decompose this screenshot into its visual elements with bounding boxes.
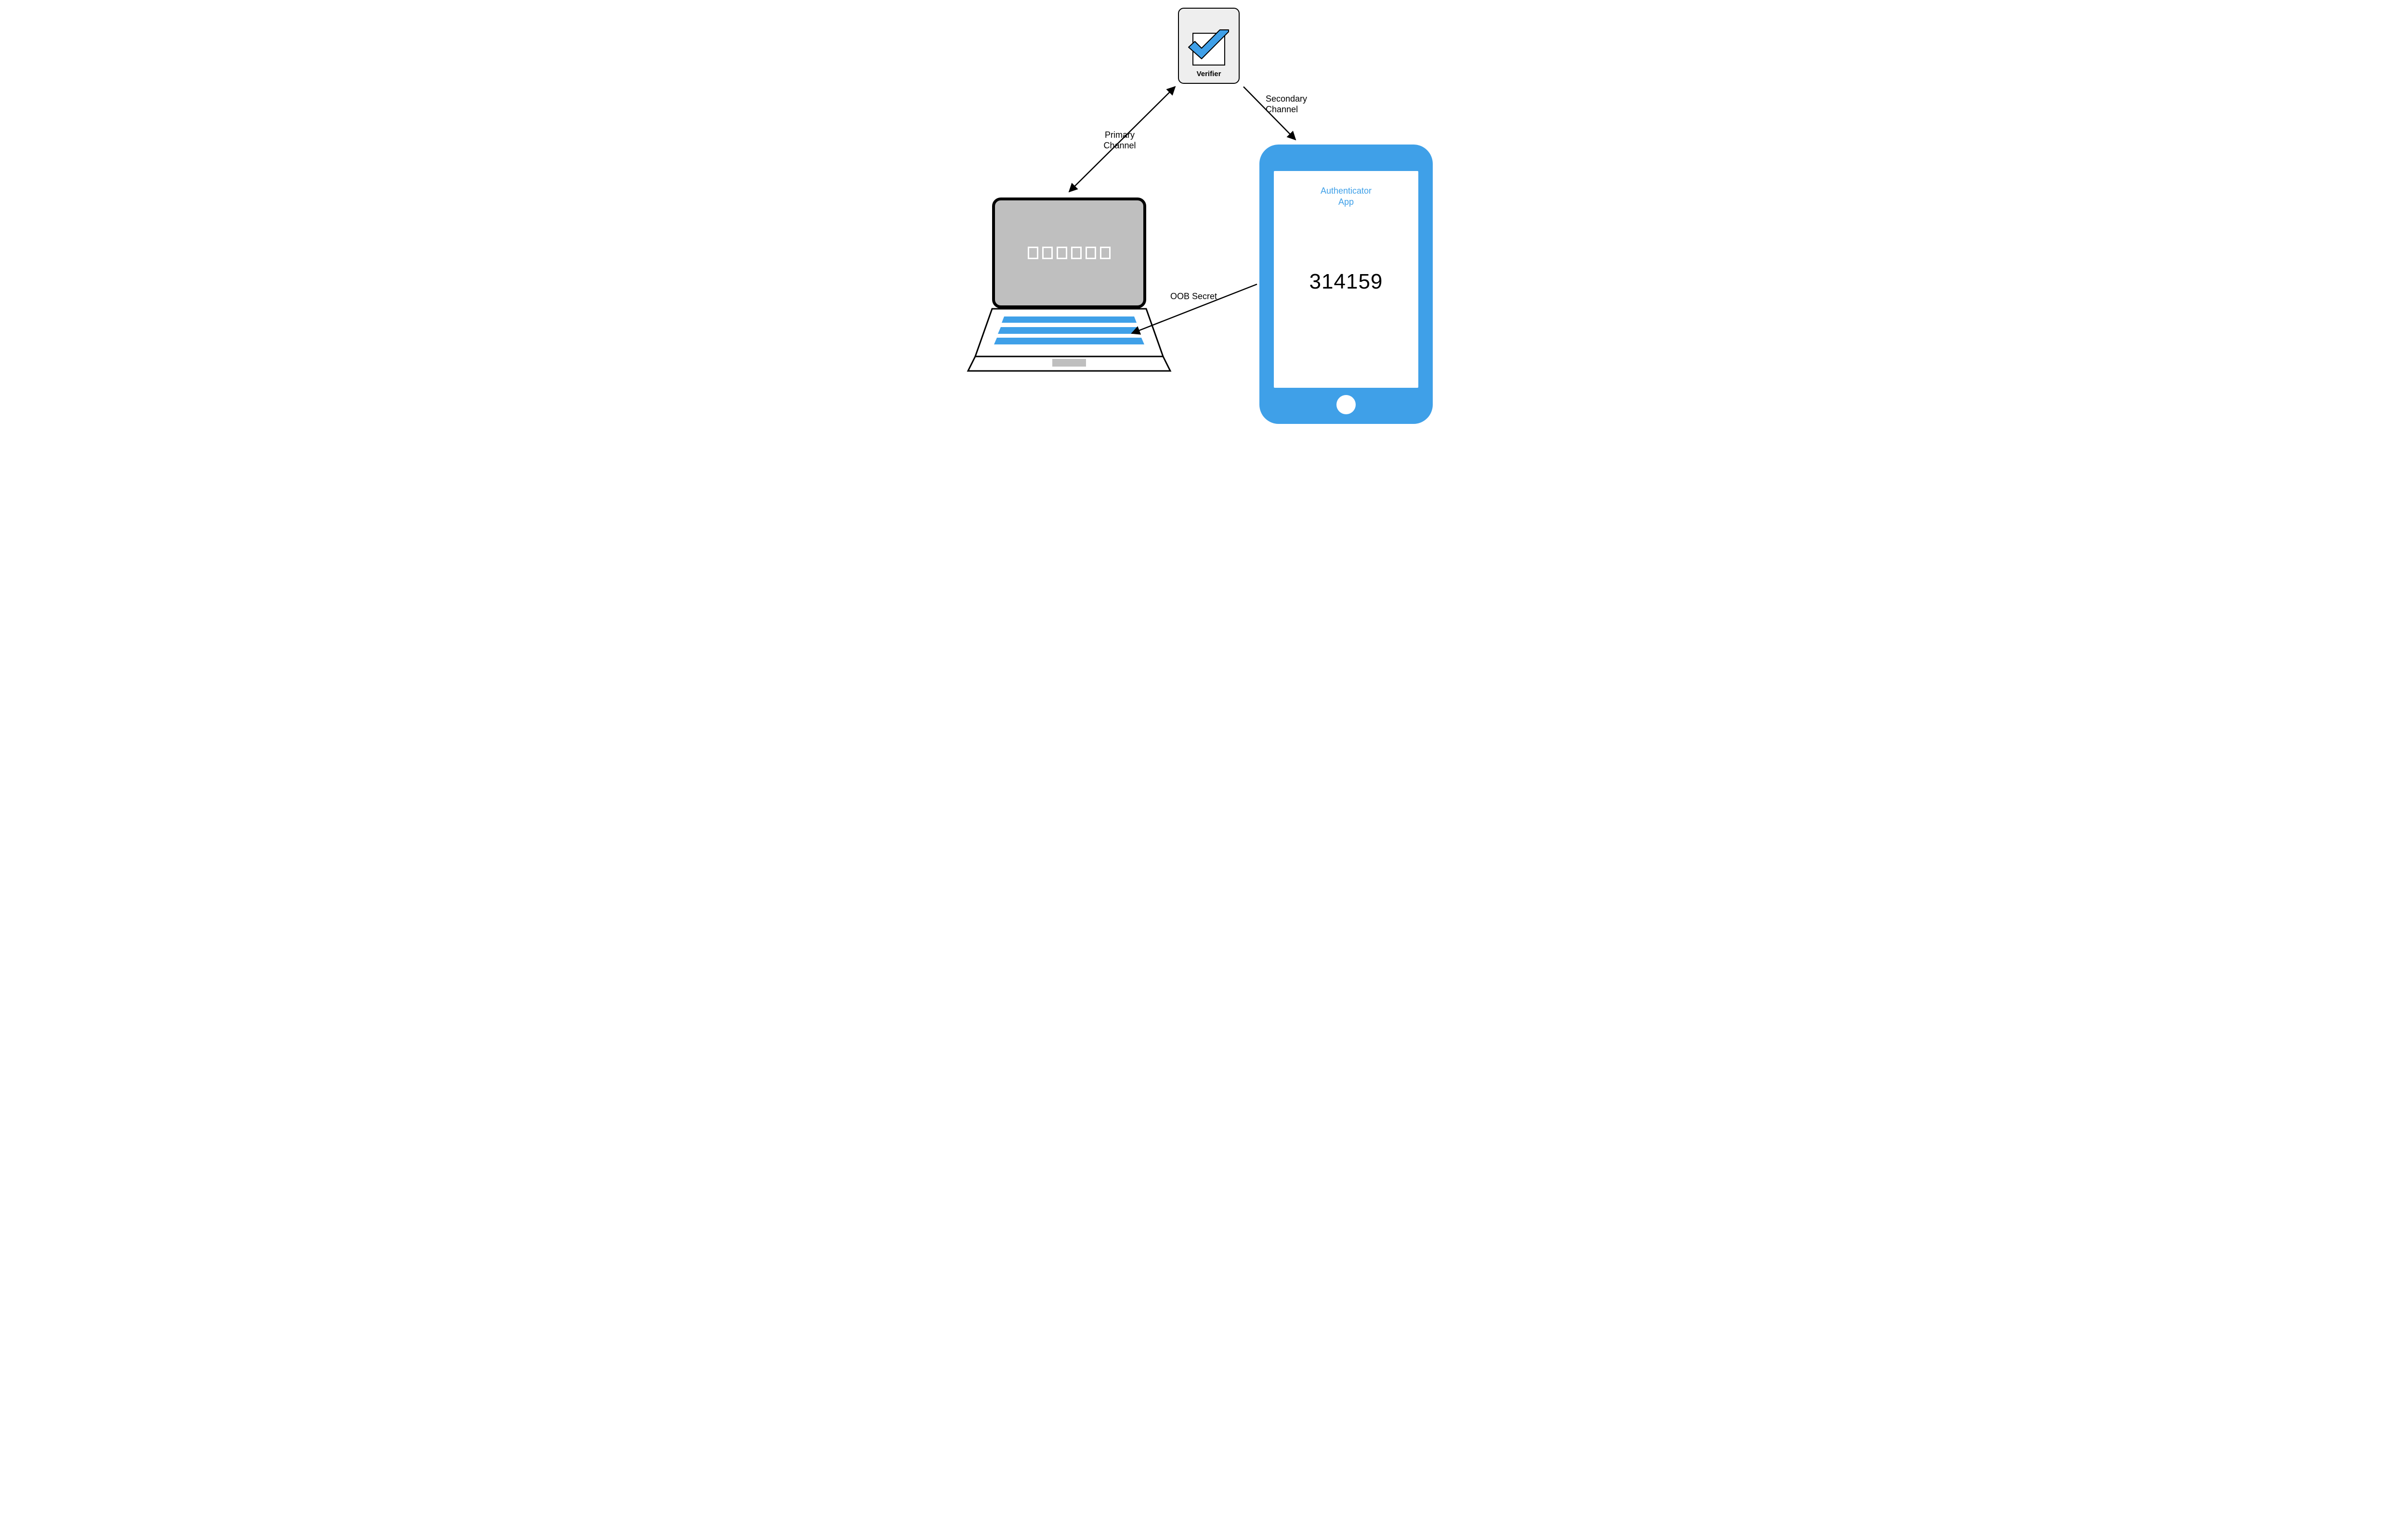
laptop-screen xyxy=(992,198,1146,308)
code-digit-box xyxy=(1042,247,1053,259)
code-digit-box xyxy=(1057,247,1067,259)
label-oob-secret: OOB Secret xyxy=(1170,291,1217,302)
code-input-row xyxy=(1028,247,1111,259)
checkbox-square-icon xyxy=(1192,33,1225,66)
code-digit-box xyxy=(1028,247,1038,259)
verifier-label: Verifier xyxy=(1179,70,1239,78)
diagram-canvas: Verifier xyxy=(833,0,1575,431)
authenticator-app-label-line1: Authenticator xyxy=(1321,186,1372,196)
phone-node: Authenticator App 314159 xyxy=(1259,145,1433,424)
code-digit-box xyxy=(1071,247,1082,259)
code-digit-box xyxy=(1100,247,1111,259)
label-secondary-channel: Secondary Channel xyxy=(1266,94,1319,115)
authenticator-code: 314159 xyxy=(1274,270,1418,294)
authenticator-app-label: Authenticator App xyxy=(1274,185,1418,207)
authenticator-app-label-line2: App xyxy=(1338,197,1354,207)
code-digit-box xyxy=(1086,247,1096,259)
verifier-node: Verifier xyxy=(1178,8,1240,84)
label-primary-channel: Primary Channel xyxy=(1098,130,1141,151)
laptop-base-icon xyxy=(963,306,1175,393)
phone-screen: Authenticator App 314159 xyxy=(1274,171,1418,388)
home-button-icon xyxy=(1336,395,1356,414)
